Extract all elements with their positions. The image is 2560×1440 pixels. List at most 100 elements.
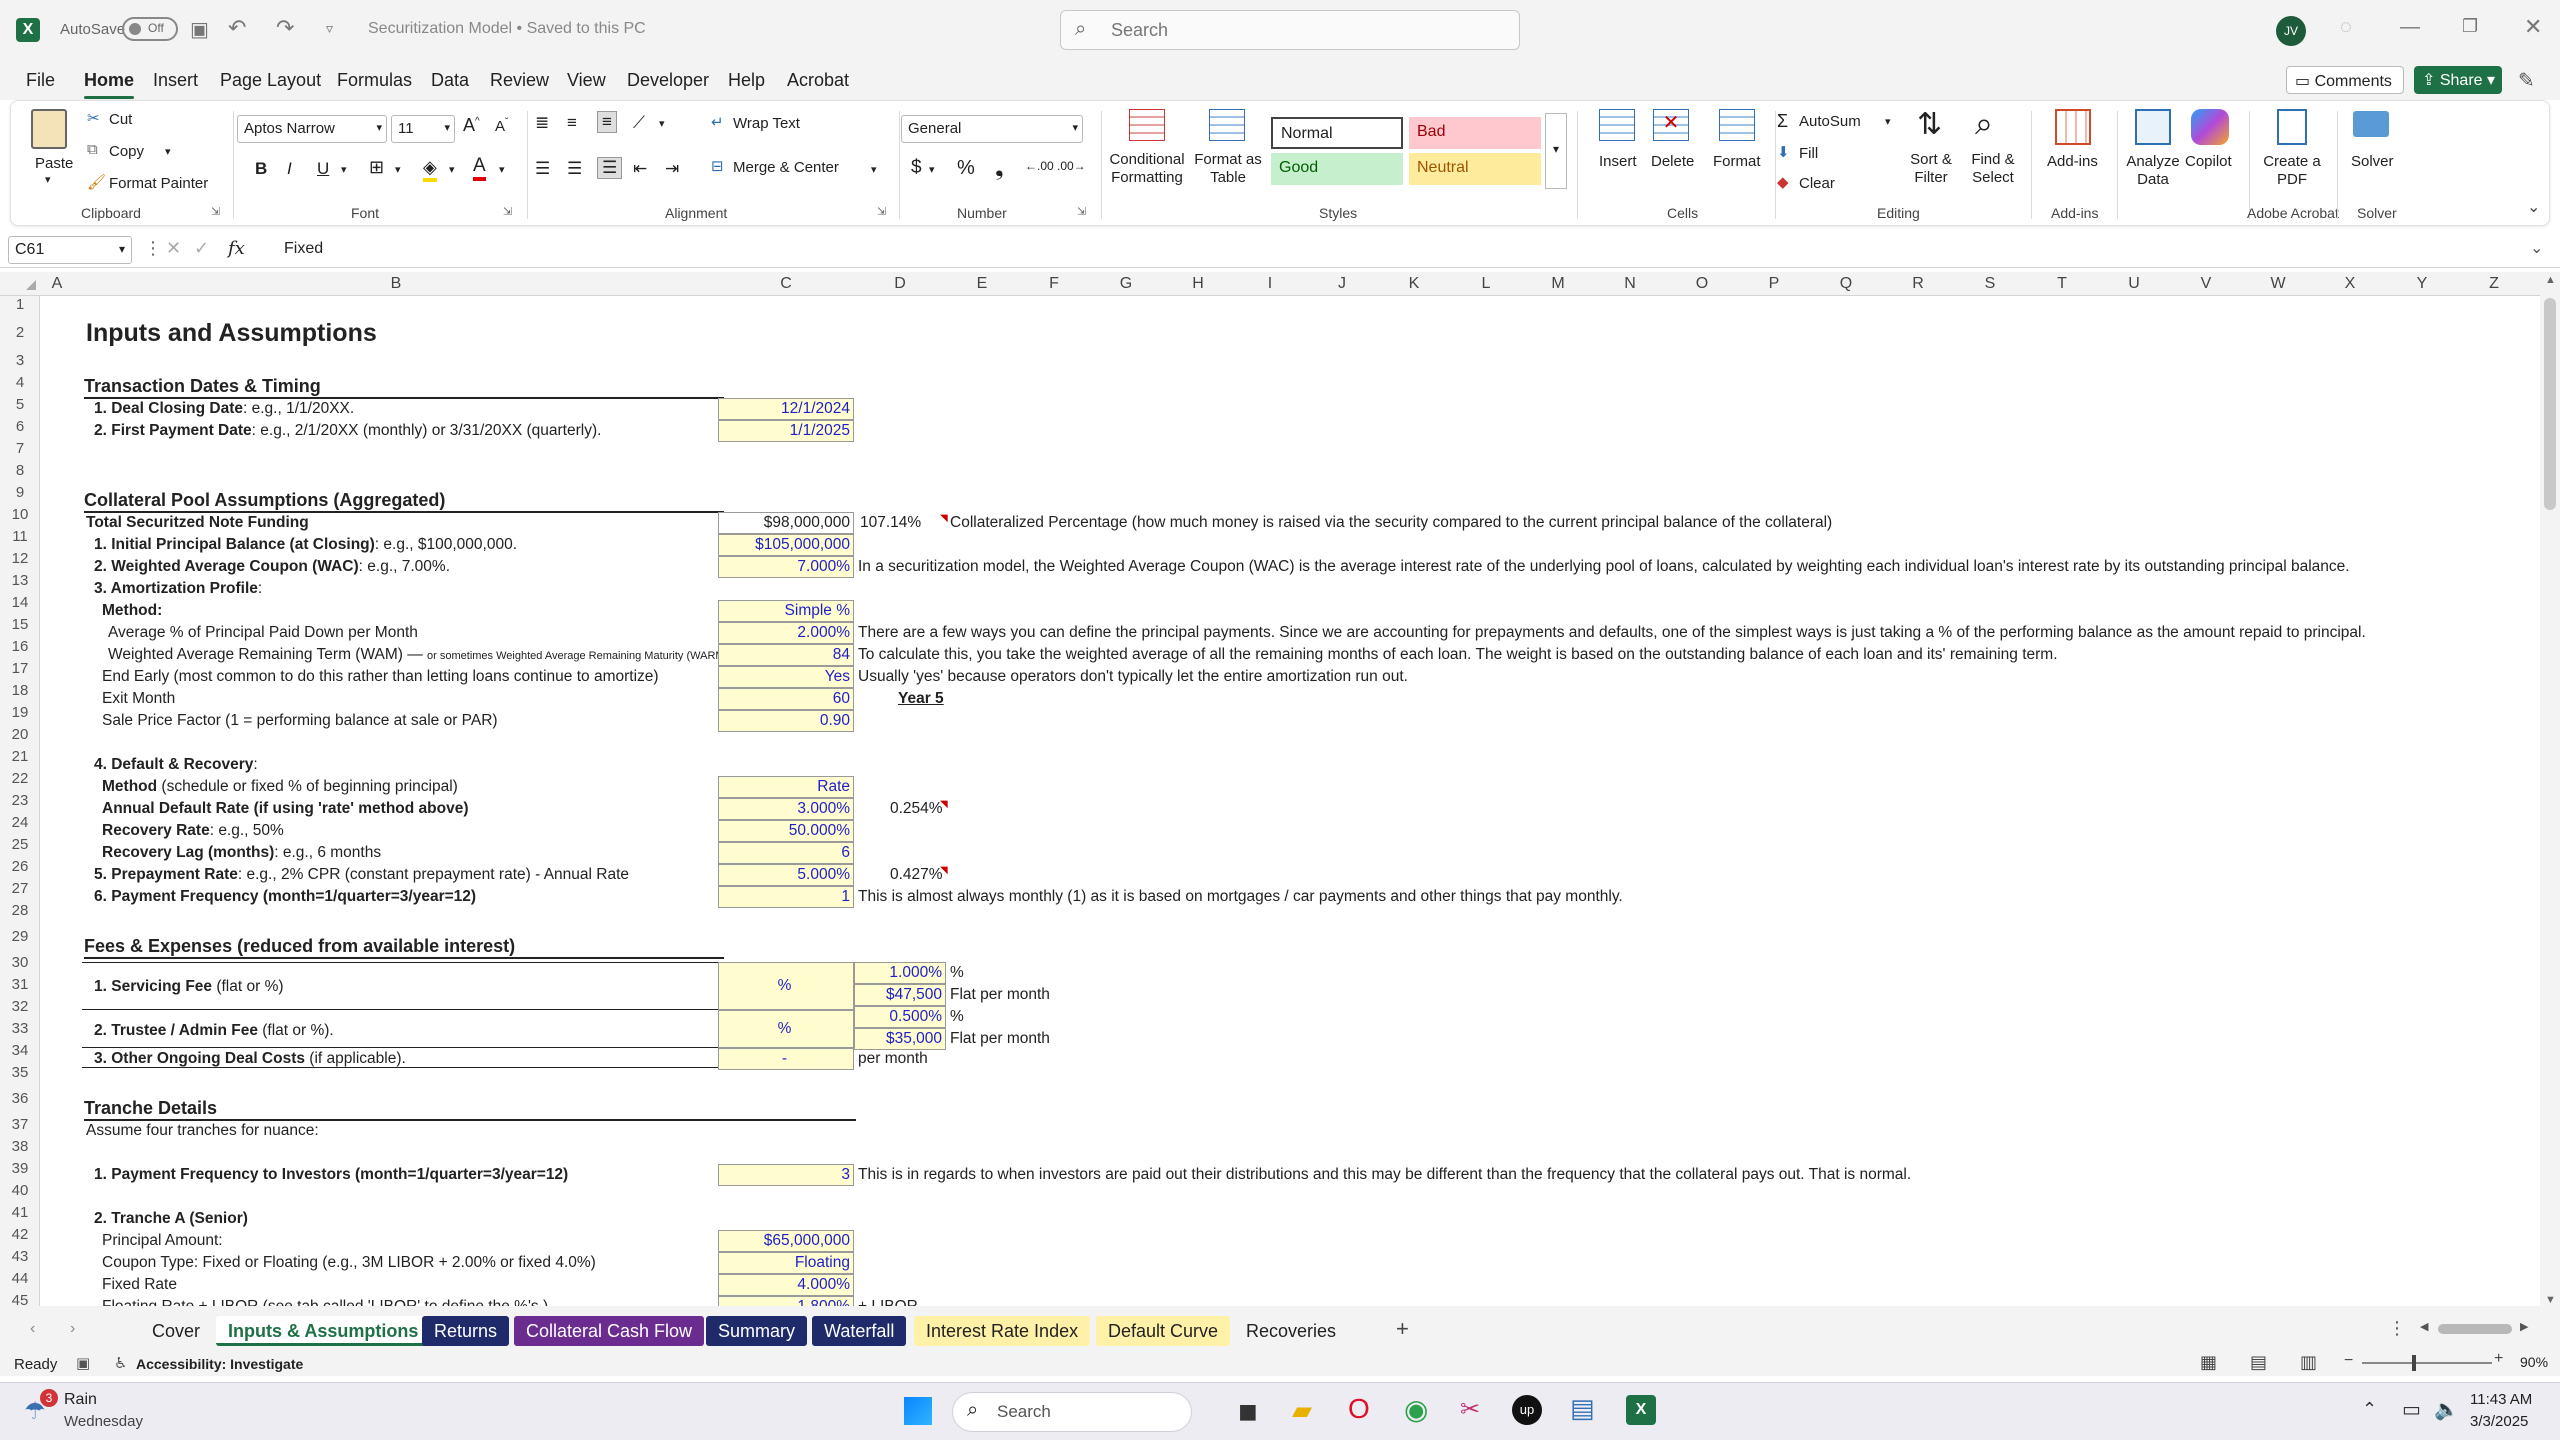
align-middle-icon[interactable]: ≡ [567, 113, 577, 133]
autosum-button[interactable]: AutoSum [1799, 113, 1861, 130]
default-method-input[interactable]: Rate [718, 776, 854, 798]
deal-closing-date-input[interactable]: 12/1/2024 [718, 398, 854, 420]
col-header[interactable]: J [1306, 275, 1378, 293]
row-header[interactable]: 41 [0, 1204, 39, 1221]
accounting-dropdown-icon[interactable]: ▾ [929, 163, 935, 176]
insert-function-icon[interactable]: fx [228, 238, 245, 259]
select-all-corner[interactable] [26, 280, 36, 290]
share-button[interactable]: ⇪ Share ▾ [2414, 66, 2502, 94]
col-header[interactable]: T [2026, 275, 2098, 293]
scroll-up-icon[interactable]: ▲ [2545, 274, 2556, 286]
zoom-in-icon[interactable]: + [2494, 1350, 2503, 1368]
row-header[interactable]: 5 [0, 396, 39, 413]
underline-icon[interactable]: U [317, 159, 329, 179]
close-icon[interactable]: ✕ [2524, 14, 2542, 40]
paste-dropdown-icon[interactable]: ▾ [45, 173, 51, 186]
row-header[interactable]: 20 [0, 726, 39, 743]
col-header[interactable]: S [1954, 275, 2026, 293]
decrease-decimal-icon[interactable]: .00→ [1057, 159, 1086, 173]
row-header[interactable]: 37 [0, 1116, 39, 1133]
col-header[interactable]: W [2242, 275, 2314, 293]
row-header[interactable]: 24 [0, 814, 39, 831]
save-icon[interactable]: ▣ [190, 17, 209, 42]
row-header[interactable]: 6 [0, 418, 39, 435]
tab-collateral-cash-flow[interactable]: Collateral Cash Flow [514, 1316, 705, 1346]
weather-title[interactable]: Rain [64, 1391, 97, 1409]
style-good[interactable]: Good [1271, 153, 1403, 185]
font-launcher-icon[interactable]: ⇲ [503, 205, 512, 218]
other-costs-input[interactable]: - [718, 1048, 854, 1070]
borders-icon[interactable]: ⊞ [369, 157, 384, 178]
scroll-down-icon[interactable]: ▼ [2545, 1294, 2556, 1306]
chrome-icon[interactable]: ◉ [1404, 1393, 1428, 1426]
notepad-icon[interactable]: ▤ [1570, 1393, 1595, 1424]
clock-date[interactable]: 3/3/2025 [2470, 1413, 2528, 1430]
comma-style-icon[interactable]: ❟ [995, 155, 1004, 181]
lightbulb-icon[interactable]: ◌ [2340, 16, 2352, 39]
more-options-icon[interactable]: ⋮ [144, 238, 162, 259]
col-header[interactable]: K [1378, 275, 1450, 293]
amortization-method-input[interactable]: Simple % [718, 600, 854, 622]
row-header[interactable]: 34 [0, 1042, 39, 1059]
formula-input[interactable]: Fixed [284, 240, 323, 258]
tab-default-curve[interactable]: Default Curve [1096, 1316, 1231, 1346]
excel-taskbar-icon[interactable]: X [1626, 1395, 1656, 1425]
autosum-dropdown-icon[interactable]: ▾ [1885, 115, 1891, 128]
tab-returns[interactable]: Returns [422, 1316, 510, 1346]
tab-recoveries[interactable]: Recoveries [1234, 1316, 1348, 1346]
style-bad[interactable]: Bad [1409, 117, 1541, 149]
vertical-scroll-thumb[interactable] [2544, 298, 2556, 510]
create-pdf-icon[interactable] [2277, 109, 2307, 145]
merge-center-button[interactable]: Merge & Center [733, 159, 839, 176]
volume-icon[interactable]: 🔈 [2434, 1397, 2459, 1422]
trustee-fee-percent-input[interactable]: 0.500% [854, 1006, 946, 1028]
row-header[interactable]: 44 [0, 1270, 39, 1287]
tab-inputs-assumptions[interactable]: Inputs & Assumptions [216, 1316, 431, 1346]
minimize-icon[interactable]: — [2400, 16, 2420, 39]
decrease-indent-icon[interactable]: ⇤ [633, 159, 647, 179]
row-header[interactable]: 43 [0, 1248, 39, 1265]
horizontal-scrollbar[interactable]: ◀ ▶ [2420, 1321, 2530, 1336]
insert-cells-icon[interactable] [1599, 109, 1635, 141]
format-painter-button[interactable]: Format Painter [109, 175, 208, 192]
clock-time[interactable]: 11:43 AM [2470, 1391, 2532, 1408]
sort-filter-button[interactable]: Sort & Filter [1901, 151, 1961, 187]
trustee-fee-flat-input[interactable]: $35,000 [854, 1028, 946, 1050]
row-header[interactable]: 14 [0, 594, 39, 611]
fill-button[interactable]: Fill [1799, 145, 1818, 162]
col-header[interactable]: I [1234, 275, 1306, 293]
increase-font-icon[interactable]: A^ [463, 115, 480, 136]
comments-button[interactable]: ▭ Comments [2286, 66, 2404, 94]
number-format-select[interactable]: General ▾ [901, 115, 1083, 143]
orientation-dropdown-icon[interactable]: ▾ [659, 117, 665, 130]
wac-input[interactable]: 7.000% [718, 556, 854, 578]
fill-color-icon[interactable]: ◈ [423, 157, 437, 182]
col-header[interactable]: Y [2386, 275, 2458, 293]
style-neutral[interactable]: Neutral [1409, 153, 1541, 185]
col-header[interactable]: C [718, 275, 854, 293]
col-header[interactable]: U [2098, 275, 2170, 293]
align-top-icon[interactable]: ≣ [535, 113, 549, 133]
row-header[interactable]: 8 [0, 462, 39, 479]
collateral-payment-frequency-input[interactable]: 1 [718, 886, 854, 908]
row-header[interactable]: 19 [0, 704, 39, 721]
row-header[interactable]: 38 [0, 1138, 39, 1155]
col-header[interactable]: M [1522, 275, 1594, 293]
document-title[interactable]: Securitization Model • Saved to this PC [368, 20, 646, 38]
accessibility-icon[interactable]: ♿ [114, 1354, 127, 1372]
copy-icon[interactable]: ⧉ [87, 141, 98, 158]
zoom-slider[interactable] [2362, 1362, 2492, 1364]
vertical-scrollbar[interactable]: ▲ ▼ [2540, 272, 2560, 1306]
page-break-view-icon[interactable]: ▥ [2300, 1352, 2317, 1373]
align-center-icon[interactable]: ☰ [567, 159, 582, 179]
row-header[interactable]: 18 [0, 682, 39, 699]
number-launcher-icon[interactable]: ⇲ [1077, 205, 1086, 218]
name-box[interactable]: C61 ▾ [8, 236, 132, 264]
col-header[interactable]: X [2314, 275, 2386, 293]
copilot-icon[interactable] [2191, 109, 2229, 145]
prev-sheet-icon[interactable]: ‹ [30, 1320, 35, 1338]
col-header[interactable]: Q [1810, 275, 1882, 293]
col-header[interactable]: A [40, 275, 74, 293]
add-ins-button[interactable]: Add-ins [2047, 153, 2098, 170]
file-explorer-icon[interactable]: ▰ [1292, 1395, 1312, 1426]
